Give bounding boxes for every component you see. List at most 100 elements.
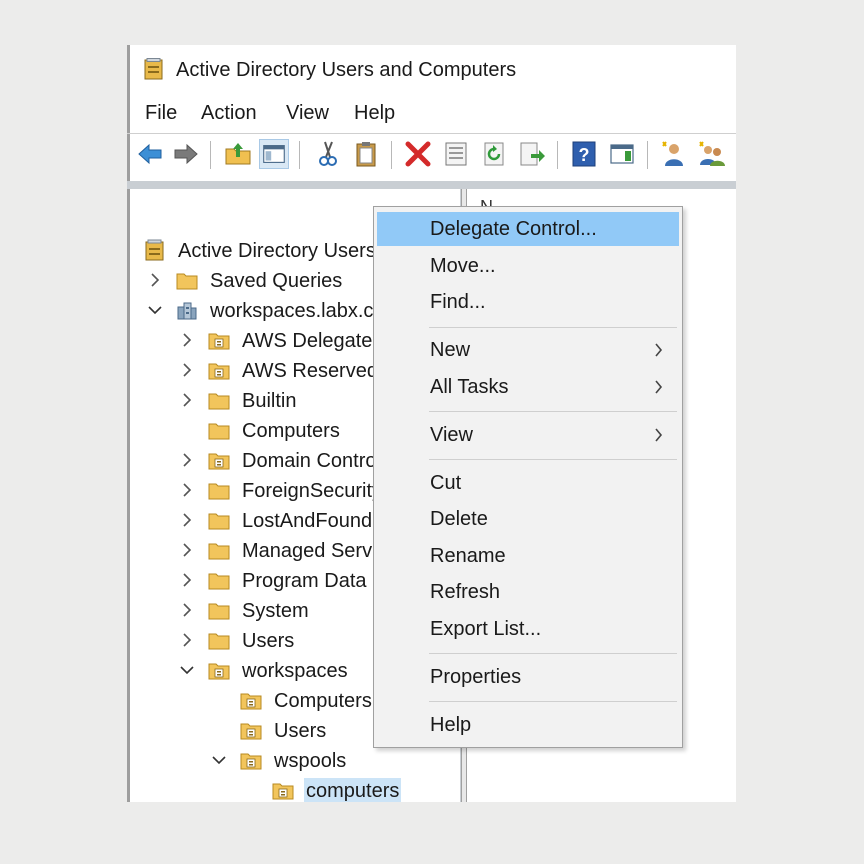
organizational-unit-icon — [240, 723, 262, 740]
menu-item-view[interactable]: View — [377, 418, 679, 452]
menu-item-refresh[interactable]: Refresh — [377, 575, 679, 609]
folder-icon — [208, 633, 230, 650]
folder-icon — [208, 543, 230, 560]
organizational-unit-icon — [208, 453, 230, 470]
tree-item-label: LostAndFound — [242, 510, 373, 532]
folder-icon — [208, 603, 230, 620]
tree-item-label: Computers — [274, 690, 372, 712]
cut-icon[interactable] — [313, 139, 343, 169]
menu-item-label: Cut — [430, 471, 462, 494]
folder-icon — [208, 393, 230, 410]
back-icon[interactable] — [135, 139, 165, 169]
paste-icon[interactable] — [351, 139, 381, 169]
expand-chevron-icon[interactable] — [180, 632, 194, 648]
expand-chevron-icon[interactable] — [180, 362, 194, 378]
folder-icon — [176, 273, 198, 290]
expand-chevron-icon[interactable] — [180, 392, 194, 408]
tree-item-label: Computers — [242, 420, 340, 442]
domain-icon — [177, 302, 197, 320]
menu-help[interactable]: Help — [354, 100, 395, 126]
active-directory-icon — [144, 58, 163, 80]
new-group-icon[interactable] — [697, 139, 727, 169]
toolbar: ? — [127, 134, 736, 178]
toolbar-separator — [391, 141, 392, 169]
pane-header-strip — [127, 181, 736, 189]
menu-item-rename[interactable]: Rename — [377, 539, 679, 573]
menu-item-label: Rename — [430, 544, 506, 567]
menu-item-label: All Tasks — [430, 375, 509, 398]
menu-separator — [429, 326, 677, 328]
toolbar-separator — [557, 141, 558, 169]
expand-chevron-icon[interactable] — [180, 482, 194, 498]
new-user-icon[interactable] — [659, 139, 689, 169]
tree-item-label: computers — [304, 778, 402, 802]
menu-file[interactable]: File — [145, 100, 177, 126]
menu-action[interactable]: Action — [201, 100, 257, 126]
action-pane-icon[interactable] — [607, 139, 637, 169]
toolbar-separator — [647, 141, 648, 169]
expand-chevron-icon[interactable] — [180, 602, 194, 618]
collapse-chevron-icon[interactable] — [212, 752, 226, 768]
tree-item-label: Users — [242, 630, 295, 652]
tree-item-label: Domain Contro — [242, 450, 377, 472]
menu-item-label: Find... — [430, 291, 486, 313]
menu-bar: File Action View Help — [127, 100, 736, 128]
menu-item-find[interactable]: Find... — [377, 285, 679, 319]
expand-chevron-icon[interactable] — [180, 512, 194, 528]
up-level-icon[interactable] — [223, 139, 253, 169]
expand-chevron-icon[interactable] — [180, 542, 194, 558]
title-bar: Active Directory Users and Computers — [127, 45, 736, 93]
menu-item-label: Help — [430, 713, 472, 736]
menu-item-export-list[interactable]: Export List... — [377, 612, 679, 646]
tree-item-label: workspaces — [242, 660, 348, 682]
menu-view[interactable]: View — [286, 100, 329, 126]
tree-item-label: AWS Delegatec — [242, 330, 383, 352]
menu-item-move[interactable]: Move... — [377, 249, 679, 283]
menu-item-label: Delegate Control... — [430, 218, 597, 240]
submenu-arrow-icon — [655, 427, 663, 442]
menu-item-label: Refresh — [430, 581, 501, 603]
delete-icon[interactable] — [403, 139, 433, 169]
forward-icon[interactable] — [171, 139, 201, 169]
expand-chevron-icon[interactable] — [180, 332, 194, 348]
menu-item-new[interactable]: New — [377, 333, 679, 367]
expand-chevron-icon[interactable] — [148, 272, 162, 288]
show-hide-console-tree-icon[interactable] — [259, 139, 289, 169]
menu-item-help[interactable]: Help — [377, 708, 679, 742]
tree-item-label: System — [242, 600, 309, 622]
menu-item-cut[interactable]: Cut — [377, 466, 679, 500]
refresh-icon[interactable] — [479, 139, 509, 169]
menu-item-all-tasks[interactable]: All Tasks — [377, 370, 679, 404]
tree-item-label: Builtin — [242, 390, 297, 412]
menu-item-delete[interactable]: Delete — [377, 502, 679, 536]
menu-separator — [429, 653, 677, 654]
collapse-chevron-icon[interactable] — [148, 302, 162, 318]
menu-item-label: Properties — [430, 665, 522, 688]
help-icon[interactable]: ? — [569, 139, 599, 169]
organizational-unit-icon — [272, 783, 294, 800]
expand-chevron-icon[interactable] — [180, 572, 194, 588]
properties-icon[interactable] — [441, 139, 471, 169]
menu-item-delegate-control[interactable]: Delegate Control... — [377, 212, 679, 246]
export-list-icon[interactable] — [517, 139, 547, 169]
folder-icon — [208, 483, 230, 500]
tree-item-label: workspaces.labx.co — [210, 300, 385, 322]
menu-separator — [429, 459, 677, 460]
menu-separator — [429, 411, 677, 412]
organizational-unit-icon — [208, 333, 230, 350]
active-directory-icon — [145, 239, 164, 261]
organizational-unit-icon — [240, 753, 262, 770]
tree-item-label: Saved Queries — [210, 270, 343, 292]
tree-item-label: ForeignSecurity — [242, 480, 383, 502]
folder-icon — [208, 573, 230, 590]
tree-item-label: Users — [274, 720, 327, 742]
expand-chevron-icon[interactable] — [180, 452, 194, 468]
folder-icon — [208, 423, 230, 440]
toolbar-separator — [210, 141, 211, 169]
folder-icon — [208, 513, 230, 530]
menu-item-properties[interactable]: Properties — [377, 660, 679, 694]
collapse-chevron-icon[interactable] — [180, 662, 194, 678]
context-menu: Delegate Control... Move... Find... New All … — [373, 206, 683, 748]
svg-text:?: ? — [579, 145, 590, 165]
submenu-arrow-icon — [655, 343, 663, 357]
